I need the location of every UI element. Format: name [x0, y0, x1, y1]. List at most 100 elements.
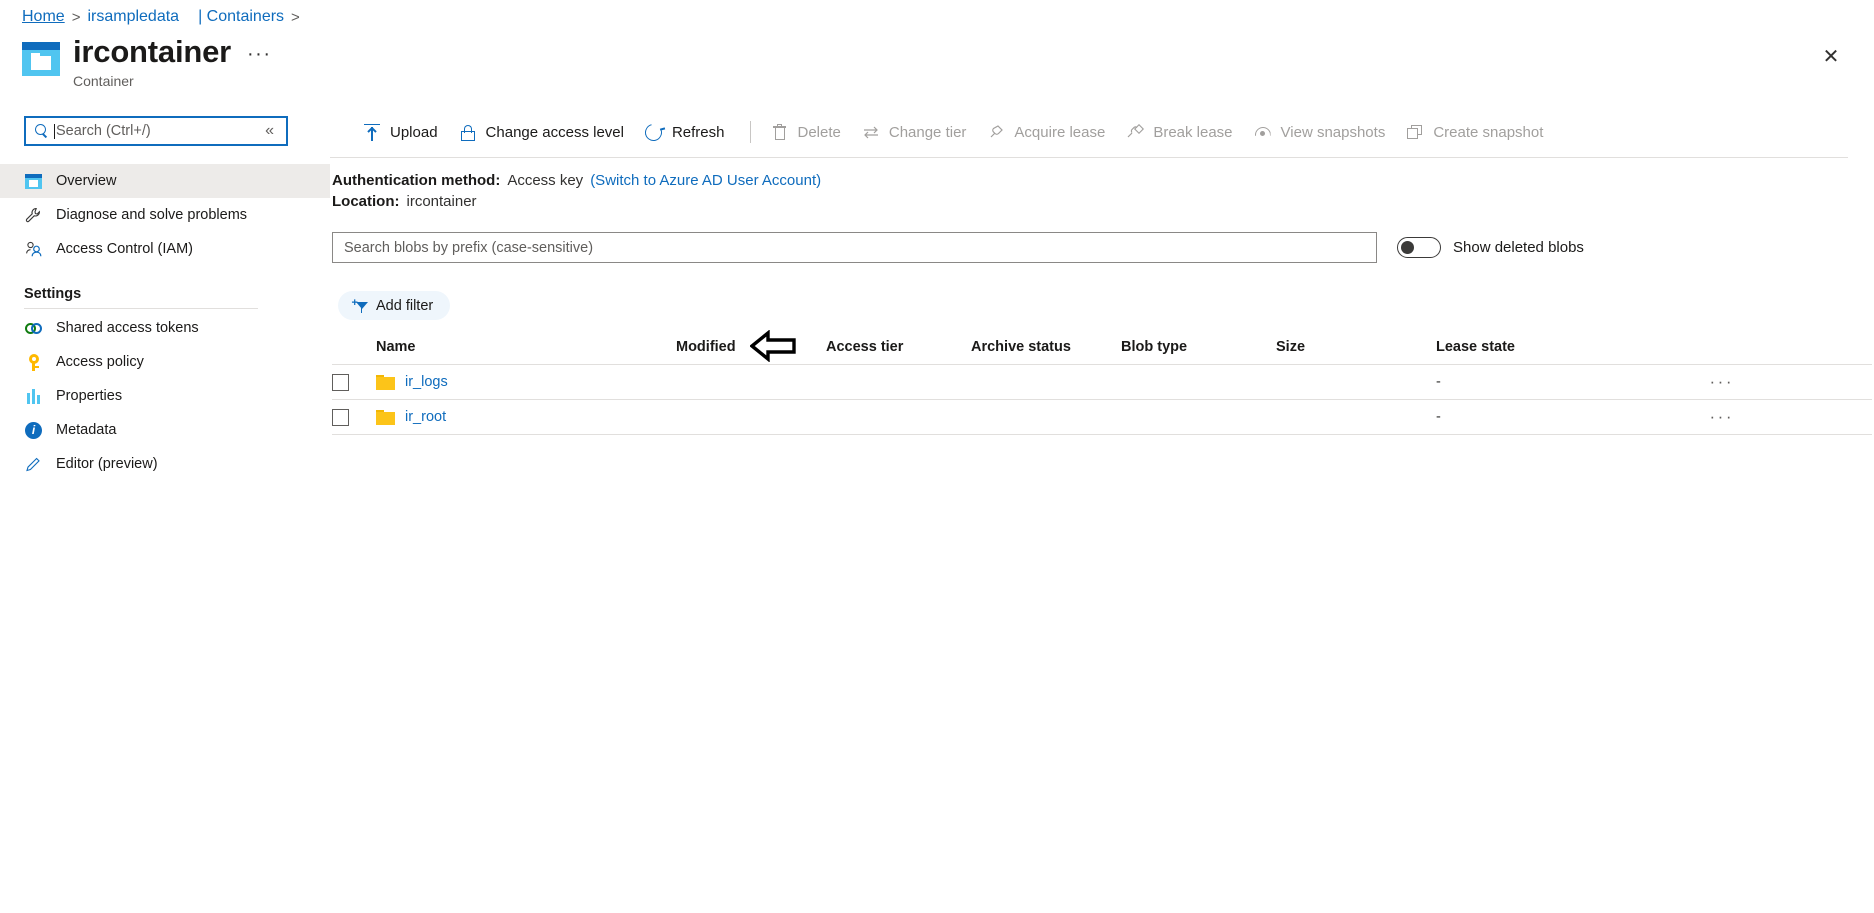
column-header-lease-state[interactable]: Lease state [1436, 339, 1666, 355]
switch-to-azure-ad-link[interactable]: (Switch to Azure AD User Account) [590, 170, 821, 191]
delete-button: Delete [763, 116, 854, 148]
authentication-method-row: Authentication method: Access key (Switc… [332, 170, 821, 191]
blob-table: Name Modified Access tier Archive status… [332, 330, 1872, 435]
breadcrumb-separator-1: > [71, 8, 81, 26]
column-header-access-tier[interactable]: Access tier [826, 339, 971, 355]
table-row[interactable]: ir_logs - ··· [332, 365, 1872, 399]
toolbar-button-label: Create snapshot [1433, 123, 1544, 141]
page-more-menu[interactable]: ··· [247, 43, 271, 66]
create-snapshot-button: Create snapshot [1398, 116, 1556, 148]
row-checkbox[interactable] [332, 408, 349, 426]
search-input[interactable]: Search (Ctrl+/) [24, 116, 288, 146]
change-tier-button: Change tier [854, 116, 980, 148]
collapse-sidebar-icon[interactable]: « [265, 122, 274, 140]
upload-icon [363, 123, 381, 141]
sidebar-item-shared-access-tokens[interactable]: Shared access tokens [0, 311, 330, 345]
show-deleted-blobs-label: Show deleted blobs [1453, 239, 1584, 256]
annotation-arrow-icon [749, 329, 796, 363]
breadcrumb-separator-2: > [291, 8, 300, 26]
row-checkbox-cell [332, 408, 376, 426]
break-lease-button: Break lease [1118, 116, 1245, 148]
breadcrumb-storage-account[interactable]: irsampledata [87, 8, 179, 26]
blob-name-link[interactable]: ir_logs [405, 374, 448, 390]
change-access-level-button[interactable]: Change access level [451, 116, 637, 148]
toolbar-button-label: Delete [797, 123, 841, 141]
lock-icon [459, 123, 477, 141]
link-rings-icon [24, 319, 43, 338]
sidebar-divider [24, 308, 258, 309]
bars-icon [24, 387, 43, 406]
sidebar-item-access-policy[interactable]: Access policy [0, 345, 330, 379]
show-deleted-blobs-control: Show deleted blobs [1397, 237, 1584, 258]
container-icon [22, 42, 60, 76]
upload-button[interactable]: Upload [355, 116, 451, 148]
text-caret [54, 123, 55, 139]
location-row: Location: ircontainer [332, 191, 821, 212]
sidebar-item-label: Properties [56, 388, 123, 404]
toggle-knob [1401, 241, 1414, 254]
search-icon [34, 124, 48, 138]
sidebar-item-label: Access Control (IAM) [56, 241, 193, 257]
command-toolbar: Upload Change access level Refresh Delet… [355, 115, 1556, 149]
swap-icon [862, 123, 880, 141]
table-row[interactable]: ir_root - ··· [332, 400, 1872, 434]
people-icon [24, 240, 43, 259]
toolbar-button-label: Break lease [1153, 123, 1233, 141]
refresh-button[interactable]: Refresh [637, 116, 738, 148]
toolbar-button-label: Upload [390, 123, 438, 141]
row-checkbox[interactable] [332, 373, 349, 391]
search-placeholder: Search (Ctrl+/) [56, 123, 151, 139]
row-name-cell: ir_logs [376, 374, 676, 390]
breadcrumb-home[interactable]: Home [22, 8, 65, 26]
eye-icon [1254, 123, 1272, 141]
page-title-block: ircontainer ··· Container [22, 34, 272, 89]
view-snapshots-button: View snapshots [1246, 116, 1399, 148]
sidebar-nav: Overview Diagnose and solve problems Acc… [0, 164, 330, 481]
authentication-method-label: Authentication method: [332, 172, 501, 189]
pencil-icon [24, 455, 43, 474]
sidebar-item-label: Diagnose and solve problems [56, 207, 248, 223]
column-header-size[interactable]: Size [1276, 339, 1436, 355]
sidebar-item-properties[interactable]: Properties [0, 379, 330, 413]
row-lease-state: - [1436, 409, 1441, 425]
sidebar-item-access-control[interactable]: Access Control (IAM) [0, 232, 330, 266]
toolbar-divider [749, 121, 751, 143]
row-more-menu-icon[interactable]: ··· [1710, 372, 1734, 392]
sidebar-item-label: Metadata [56, 422, 117, 438]
plug-broken-icon [1126, 123, 1145, 141]
row-actions-cell: ··· [1666, 407, 1756, 427]
sidebar-item-metadata[interactable]: i Metadata [0, 413, 330, 447]
folder-icon [376, 409, 395, 425]
authentication-info: Authentication method: Access key (Switc… [332, 170, 821, 212]
close-icon[interactable]: ✕ [1816, 41, 1846, 71]
wrench-icon [24, 206, 43, 225]
page-title: ircontainer [73, 34, 232, 69]
sidebar-item-label: Editor (preview) [56, 456, 158, 472]
toolbar-button-label: Change access level [485, 123, 624, 141]
toolbar-button-label: Change tier [888, 123, 967, 141]
toolbar-button-label: Acquire lease [1014, 123, 1106, 141]
info-icon: i [24, 421, 43, 440]
table-row-divider [332, 434, 1872, 435]
column-header-blob-type[interactable]: Blob type [1121, 339, 1276, 355]
sidebar-item-label: Access policy [56, 354, 144, 370]
column-header-archive-status[interactable]: Archive status [971, 339, 1121, 355]
azure-portal-blade: Home > irsampledata | Containers > ircon… [0, 0, 1874, 913]
blob-filter-row: Search blobs by prefix (case-sensitive) … [332, 232, 1584, 263]
blob-name-link[interactable]: ir_root [405, 409, 446, 425]
blob-search-input[interactable]: Search blobs by prefix (case-sensitive) [332, 232, 1377, 263]
sidebar-item-editor[interactable]: Editor (preview) [0, 447, 330, 481]
column-header-name[interactable]: Name [376, 339, 676, 355]
sidebar-item-overview[interactable]: Overview [0, 164, 330, 198]
copy-icon [1406, 123, 1424, 141]
show-deleted-blobs-toggle[interactable] [1397, 237, 1441, 258]
plug-icon [987, 123, 1005, 141]
toolbar-button-label: Refresh [671, 123, 725, 141]
row-more-menu-icon[interactable]: ··· [1710, 407, 1734, 427]
add-filter-button[interactable]: + Add filter [338, 291, 451, 320]
sidebar-item-diagnose[interactable]: Diagnose and solve problems [0, 198, 330, 232]
sidebar-item-label: Overview [56, 173, 117, 189]
row-actions-cell: ··· [1666, 372, 1756, 392]
overview-icon [24, 172, 43, 191]
breadcrumb-containers[interactable]: | Containers [198, 8, 284, 26]
